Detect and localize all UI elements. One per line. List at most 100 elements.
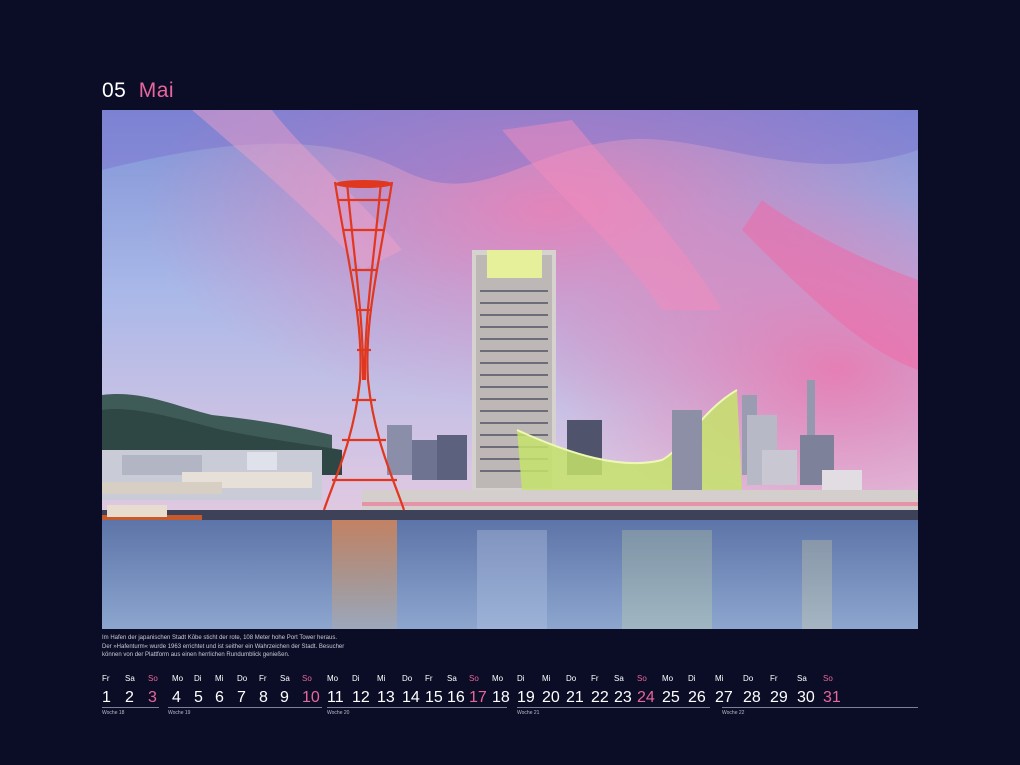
calendar-day: Di 26 <box>688 674 706 708</box>
day-number: 25 <box>662 689 680 706</box>
calendar-day: Di 19 <box>517 674 535 708</box>
weekday-name: Fr <box>102 674 110 683</box>
caption-line: können von der Plattform aus einen herrl… <box>102 652 290 658</box>
calendar-day: Sa 2 <box>125 674 135 708</box>
month-title: 05 Mai <box>102 78 174 104</box>
calendar-day: Mi 27 <box>715 674 733 708</box>
day-number: 12 <box>352 689 370 706</box>
calendar-day: So 17 <box>469 674 487 708</box>
day-number: 3 <box>148 689 157 706</box>
calendar-day: Do 7 <box>237 674 247 708</box>
day-number: 2 <box>125 689 134 706</box>
weekday-name: Mo <box>172 674 184 683</box>
weekday-name: Do <box>237 674 248 683</box>
calendar-day: So 31 <box>823 674 841 708</box>
day-number: 7 <box>237 689 246 706</box>
calendar-day: Sa 16 <box>447 674 465 708</box>
day-number: 16 <box>447 689 465 706</box>
weekday-name: So <box>302 674 312 683</box>
weekday-name: Di <box>688 674 696 683</box>
calendar-day: Mi 20 <box>542 674 560 708</box>
weekday-name: So <box>148 674 158 683</box>
calendar-day: Fr 15 <box>425 674 443 708</box>
weekday-name: Fr <box>591 674 599 683</box>
calendar-day: Do 14 <box>402 674 420 708</box>
calendar-day: Mi 13 <box>377 674 395 708</box>
weekday-name: Mi <box>542 674 551 683</box>
day-number: 22 <box>591 689 609 706</box>
calendar-day: So 24 <box>637 674 655 708</box>
calendar-day: So 3 <box>148 674 158 708</box>
day-number: 8 <box>259 689 268 706</box>
day-number: 23 <box>614 689 632 706</box>
weekday-name: So <box>637 674 647 683</box>
calendar-day: Fr 1 <box>102 674 111 708</box>
weekday-name: Sa <box>614 674 624 683</box>
weekday-name: Fr <box>770 674 778 683</box>
weekday-name: Mi <box>377 674 386 683</box>
weekday-name: Fr <box>259 674 267 683</box>
month-number: 05 <box>102 79 127 102</box>
calendar-day: Mo 18 <box>492 674 510 708</box>
calendar-day: Sa 23 <box>614 674 632 708</box>
weekday-name: Sa <box>125 674 135 683</box>
calendar-day: Di 5 <box>194 674 203 708</box>
calendar-grid: Woche 18 Fr 1 Sa 2 So 3 Woche 19 Mo 4 Di 5 Mi 6 Do 7 Fr 8… <box>102 674 918 724</box>
weekday-name: Sa <box>447 674 457 683</box>
week-label: Woche 19 <box>168 710 191 716</box>
day-number: 14 <box>402 689 420 706</box>
weekday-name: Di <box>194 674 202 683</box>
calendar-day: So 10 <box>302 674 320 708</box>
weekday-name: So <box>823 674 833 683</box>
day-number: 17 <box>469 689 487 706</box>
day-number: 26 <box>688 689 706 706</box>
day-number: 13 <box>377 689 395 706</box>
caption-line: Im Hafen der japanischen Stadt Kōbe stic… <box>102 635 338 641</box>
month-name: Mai <box>138 79 175 102</box>
weekday-name: So <box>469 674 479 683</box>
calendar-day: Fr 8 <box>259 674 268 708</box>
week-label: Woche 22 <box>722 710 745 716</box>
day-number: 21 <box>566 689 584 706</box>
weekday-name: Mo <box>492 674 504 683</box>
weekday-name: Mi <box>715 674 724 683</box>
calendar-day: Fr 22 <box>591 674 609 708</box>
weekday-name: Mo <box>327 674 339 683</box>
calendar-day: Mo 11 <box>327 674 344 708</box>
calendar-day: Do 28 <box>743 674 761 708</box>
day-number: 5 <box>194 689 203 706</box>
day-number: 1 <box>102 689 111 706</box>
day-number: 11 <box>327 689 344 706</box>
calendar-day: Mo 25 <box>662 674 680 708</box>
day-number: 30 <box>797 689 815 706</box>
photo-caption: Im Hafen der japanischen Stadt Kōbe stic… <box>102 634 402 660</box>
weekday-name: Do <box>743 674 754 683</box>
day-number: 24 <box>637 689 655 706</box>
kobe-harbor-photo <box>102 110 918 629</box>
weekday-name: Sa <box>797 674 807 683</box>
weekday-name: Do <box>402 674 413 683</box>
calendar-day: Mi 6 <box>215 674 224 708</box>
day-number: 6 <box>215 689 224 706</box>
day-number: 15 <box>425 689 443 706</box>
calendar-day: Sa 30 <box>797 674 815 708</box>
day-number: 31 <box>823 689 841 706</box>
day-number: 10 <box>302 689 320 706</box>
week-label: Woche 20 <box>327 710 350 716</box>
week-label: Woche 21 <box>517 710 540 716</box>
calendar-day: Fr 29 <box>770 674 788 708</box>
calendar-day: Mo 4 <box>172 674 183 708</box>
day-number: 19 <box>517 689 535 706</box>
weekday-name: Di <box>517 674 525 683</box>
day-number: 4 <box>172 689 181 706</box>
day-number: 29 <box>770 689 788 706</box>
caption-line: Der »Hafenturm« wurde 1963 errichtet und… <box>102 643 345 650</box>
day-number: 18 <box>492 689 510 706</box>
weekday-name: Mo <box>662 674 674 683</box>
weekday-name: Mi <box>215 674 224 683</box>
day-number: 27 <box>715 689 733 706</box>
day-number: 9 <box>280 689 289 706</box>
weekday-name: Do <box>566 674 577 683</box>
weekday-name: Sa <box>280 674 290 683</box>
calendar-day: Di 12 <box>352 674 370 708</box>
